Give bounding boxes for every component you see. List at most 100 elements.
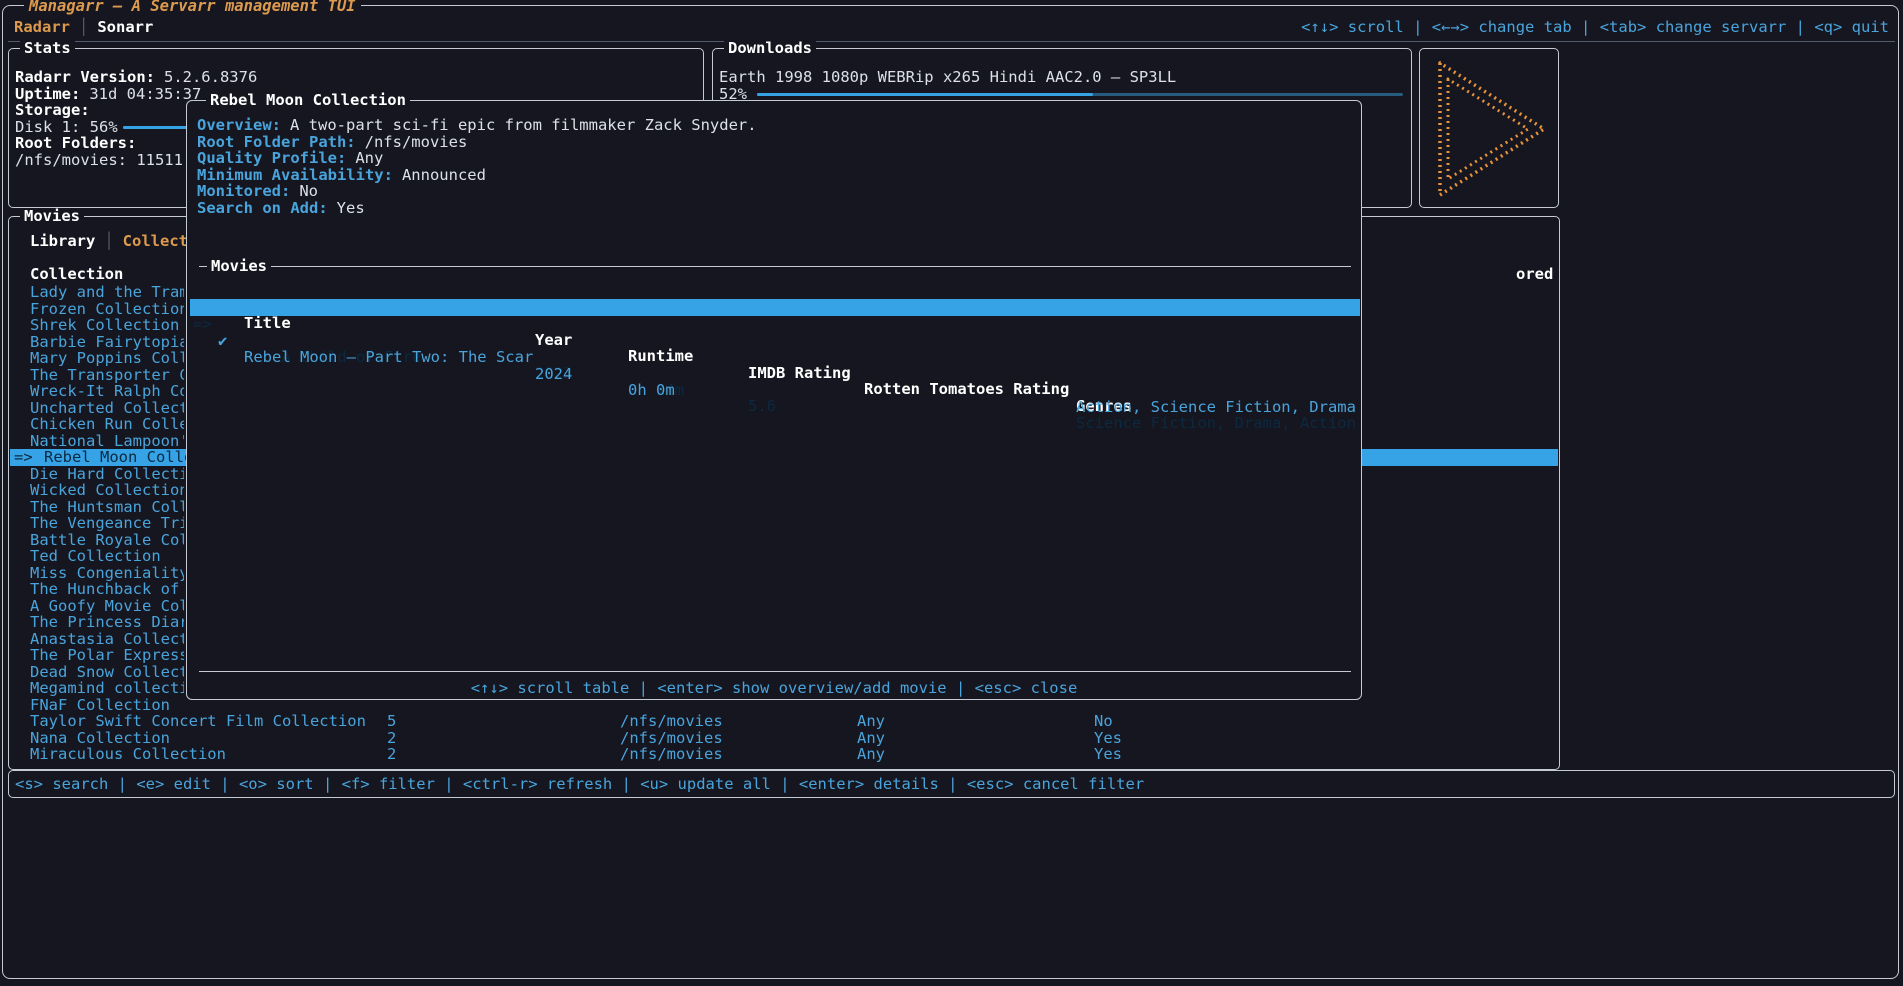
- min-availability-label: Minimum Availability:: [197, 166, 393, 184]
- monitored-field: Monitored: No: [197, 183, 318, 200]
- cell-quality-profile: Any: [857, 713, 885, 730]
- collection-list-item[interactable]: Anastasia Collection: [30, 631, 184, 648]
- cell-root-folder-path: /nfs/movies: [620, 746, 723, 763]
- movies-table-header: ✔ Title Year Runtime IMDB Rating Rotten …: [187, 282, 1363, 299]
- collection-list-item[interactable]: FNaF Collection: [30, 697, 170, 714]
- collection-list: Lady and the Tramp CoFrozen CollectionSh…: [10, 284, 184, 714]
- collection-list-item[interactable]: The Vengeance Trilogy: [30, 515, 184, 532]
- popup-title: Rebel Moon Collection: [206, 92, 410, 109]
- stats-panel-title: Stats: [20, 40, 75, 57]
- collection-list-item[interactable]: Lady and the Tramp Co: [30, 284, 184, 301]
- overview-label: Overview:: [197, 116, 281, 134]
- collection-list-item[interactable]: The Huntsman Collecti: [30, 499, 184, 516]
- radarr-version-row: Radarr Version: 5.2.6.8376: [15, 69, 257, 86]
- movies-panel-title: Movies: [20, 208, 84, 225]
- uptime-row: Uptime:31d 04:35:37: [15, 86, 201, 103]
- overview-field: Overview: A two-part sci-fi epic from fil…: [197, 117, 757, 134]
- min-availability-field: Minimum Availability: Announced: [197, 167, 486, 184]
- collection-list-item[interactable]: Miss Congeniality Col: [30, 565, 184, 582]
- cell-quality-profile: Any: [857, 730, 885, 747]
- root-folders-label: Root Folders:: [15, 135, 136, 152]
- keybind-help-top: <↑↓> scroll | <←→> change tab | <tab> ch…: [1301, 19, 1889, 36]
- cell-monitored: Yes: [1094, 730, 1122, 747]
- disk-usage-label: Disk 1: 56%: [15, 119, 118, 136]
- collection-list-item[interactable]: Wicked Collection: [30, 482, 184, 499]
- monitored-value: No: [299, 182, 318, 200]
- cell-collection: Taylor Swift Concert Film Collection: [30, 713, 366, 730]
- movies-section-top-border: [199, 266, 1351, 267]
- search-on-add-label: Search on Add:: [197, 199, 328, 217]
- min-availability-value: Announced: [402, 166, 486, 184]
- collection-list-item[interactable]: Uncharted Collection: [30, 400, 184, 417]
- cell-movies: 2: [387, 730, 396, 747]
- movies-section-bottom-border: [199, 671, 1351, 672]
- cell-root-folder-path: /nfs/movies: [620, 730, 723, 747]
- movie-year: 2024: [535, 366, 572, 383]
- cell-collection: Nana Collection: [30, 730, 170, 747]
- tab-sonarr[interactable]: Sonarr: [97, 18, 153, 36]
- movie-row-selected[interactable]: => ✔ ne: A Child of Fire 2023 2h 14m 5.6…: [190, 299, 1360, 316]
- movie-row[interactable]: ✔ Rebel Moon – Part Two: The Scar 2024 0…: [187, 316, 1363, 333]
- storage-label: Storage:: [15, 102, 90, 119]
- download-item: Earth 1998 1080p WEBRip x265 Hindi AAC2.…: [719, 69, 1176, 86]
- movie-title: Rebel Moon – Part Two: The Scar: [244, 349, 533, 366]
- collection-list-item[interactable]: National Lampoon's Va: [30, 433, 184, 450]
- search-on-add-value: Yes: [337, 199, 365, 217]
- movie-check-icon: ✔: [218, 333, 227, 350]
- logo-panel: [1419, 48, 1559, 208]
- collection-list-item[interactable]: A Goofy Movie Collect: [30, 598, 184, 615]
- version-label: Radarr Version:: [15, 68, 155, 86]
- collection-table-row[interactable]: Nana Collection 2/nfs/movies Any Yes: [10, 730, 1558, 747]
- cell-movies: 5: [387, 713, 396, 730]
- search-on-add-field: Search on Add: Yes: [197, 200, 365, 217]
- version-value: 5.2.6.8376: [164, 68, 257, 86]
- downloads-panel-title: Downloads: [724, 40, 816, 57]
- tab-radarr[interactable]: Radarr: [14, 18, 70, 36]
- monitored-column-header-fragment: ored: [1516, 266, 1553, 283]
- collection-list-item[interactable]: The Hunchback of Notr: [30, 581, 184, 598]
- collection-list-item[interactable]: Barbie Fairytopia Col: [30, 334, 184, 351]
- movies-tab-separator: │: [95, 232, 122, 250]
- collection-list-item[interactable]: Wreck-It Ralph Collec: [30, 383, 184, 400]
- collection-list-item[interactable]: Megamind collection: [30, 680, 184, 697]
- collection-list-item[interactable]: Frozen Collection: [30, 301, 184, 318]
- movies-section-title: Movies: [207, 258, 271, 275]
- quality-profile-field: Quality Profile:Any: [197, 150, 383, 167]
- collection-list-item[interactable]: Shrek Collection: [30, 317, 179, 334]
- collection-list-item[interactable]: Ted Collection: [30, 548, 161, 565]
- collection-column-header: Collection: [30, 266, 123, 283]
- collection-list-item[interactable]: The Transporter Colle: [30, 367, 184, 384]
- header-runtime: Runtime: [628, 348, 693, 365]
- collection-list-item[interactable]: Mary Poppins Collecti: [30, 350, 184, 367]
- overview-value: A two-part sci-fi epic from filmmaker Za…: [290, 116, 757, 134]
- collection-list-item[interactable]: Die Hard Collection: [30, 466, 184, 483]
- radarr-logo-icon: [1428, 55, 1552, 203]
- footer-help-bar: <s> search | <e> edit | <o> sort | <f> f…: [8, 770, 1895, 798]
- collection-list-item[interactable]: The Polar Express – C: [30, 647, 184, 664]
- popup-keybind-help: <↑↓> scroll table | <enter> show overvie…: [187, 680, 1361, 697]
- cell-root-folder-path: /nfs/movies: [620, 713, 723, 730]
- keybind-help-bottom: <s> search | <e> edit | <o> sort | <f> f…: [15, 776, 1144, 793]
- collection-list-item[interactable]: Dead Snow Collection: [30, 664, 184, 681]
- cell-quality-profile: Any: [857, 746, 885, 763]
- collection-list-item[interactable]: The Princess Diaries: [30, 614, 184, 631]
- collection-table-row[interactable]: Taylor Swift Concert Film Collection 5/nf…: [10, 713, 1558, 730]
- movie-genres: Science Fiction, Drama, Action: [1076, 415, 1356, 432]
- cell-monitored: No: [1094, 713, 1113, 730]
- root-folder-label: Root Folder Path:: [197, 133, 356, 151]
- monitored-label: Monitored:: [197, 182, 290, 200]
- cell-collection: Miraculous Collection: [30, 746, 226, 763]
- collection-table-rows: Taylor Swift Concert Film Collection 5/nf…: [10, 713, 1558, 763]
- movie-imdb-rating: 5.6: [748, 398, 776, 415]
- header-divider: [8, 41, 1895, 42]
- quality-profile-value: Any: [355, 149, 383, 167]
- collection-list-item[interactable]: Chicken Run Collectio: [30, 416, 184, 433]
- collection-list-item[interactable]: Battle Royale Collect: [30, 532, 184, 549]
- movie-runtime: 0h 0m: [628, 382, 675, 399]
- tab-separator: │: [70, 18, 97, 36]
- tab-library[interactable]: Library: [30, 232, 95, 250]
- cell-movies: 2: [387, 746, 396, 763]
- collection-table-row[interactable]: Miraculous Collection2/nfs/moviesAnyYes: [10, 746, 1558, 763]
- servarr-tab-bar: Radarr│Sonarr: [14, 19, 153, 36]
- app-title: Managarr – A Servarr management TUI: [24, 0, 361, 15]
